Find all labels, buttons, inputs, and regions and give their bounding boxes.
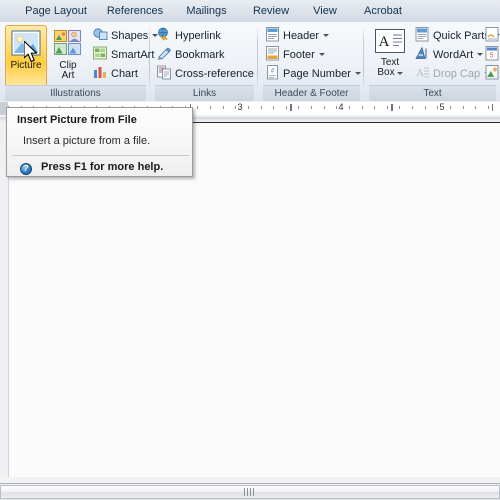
- cross-reference-icon: [157, 65, 172, 83]
- footer-button[interactable]: Footer: [264, 45, 325, 64]
- picture-button-label: Picture: [10, 60, 42, 71]
- tab-label: Review: [252, 5, 290, 17]
- hyperlink-icon: [157, 27, 172, 45]
- date-time-icon: 5: [485, 45, 500, 64]
- tooltip-divider: [12, 155, 189, 156]
- text-box-button-label-2: Box: [377, 68, 403, 78]
- clip-art-button[interactable]: Clip Art: [48, 25, 88, 85]
- svg-text:A: A: [416, 67, 424, 79]
- picture-button[interactable]: Picture: [5, 25, 47, 87]
- tooltip-description: Insert a picture from a file.: [23, 135, 151, 147]
- group-label-text: Text: [369, 85, 496, 101]
- bookmark-button-label: Bookmark: [175, 48, 225, 61]
- chevron-down-icon[interactable]: [323, 34, 330, 37]
- shapes-button-label: Shapes: [111, 29, 149, 42]
- ribbon-group-overflow: 5: [484, 22, 500, 101]
- tooltip-help-text: Press F1 for more help.: [41, 161, 164, 173]
- cross-reference-button-label: Cross-reference: [175, 67, 254, 80]
- smartart-button[interactable]: SmartArt: [92, 46, 154, 63]
- wordart-button[interactable]: WordArt: [414, 46, 484, 64]
- tooltip-insert-picture: Insert Picture from File Insert a pictur…: [6, 107, 193, 177]
- text-box-button[interactable]: A Text Box: [370, 25, 410, 85]
- signature-line-button[interactable]: [484, 26, 500, 45]
- clip-art-icon: [54, 30, 82, 59]
- shapes-button[interactable]: Shapes: [92, 27, 159, 45]
- chevron-down-icon[interactable]: [477, 53, 484, 56]
- object-button[interactable]: [484, 64, 500, 83]
- header-icon: [265, 26, 280, 45]
- tab-label: Acrobat: [364, 5, 402, 17]
- tab-page-layout[interactable]: Page Layout: [12, 0, 100, 22]
- object-icon: [485, 64, 500, 83]
- svg-text:5: 5: [490, 52, 494, 59]
- signature-line-icon: [485, 26, 500, 45]
- tab-label: References: [106, 5, 164, 17]
- drop-cap-button-label: Drop Cap: [433, 67, 481, 80]
- group-label-links: Links: [155, 85, 254, 101]
- header-button[interactable]: Header: [264, 26, 330, 45]
- drop-cap-icon: A: [415, 65, 430, 83]
- footer-icon: [265, 45, 280, 64]
- svg-text:A: A: [379, 34, 390, 50]
- hyperlink-button[interactable]: Hyperlink: [156, 27, 221, 44]
- smartart-icon: [93, 46, 108, 64]
- chart-icon: [93, 65, 108, 83]
- bookmark-icon: [157, 46, 172, 64]
- footer-button-label: Footer: [283, 48, 315, 61]
- tab-acrobat[interactable]: Acrobat: [348, 0, 418, 22]
- scrollbar-thumb[interactable]: [0, 485, 500, 499]
- drop-cap-button[interactable]: A Drop Cap: [414, 65, 491, 83]
- clip-art-button-label-2: Art: [61, 70, 75, 81]
- chevron-down-icon[interactable]: [396, 72, 403, 75]
- header-button-label: Header: [283, 29, 320, 42]
- help-icon: ?: [20, 163, 32, 175]
- quick-parts-icon: [415, 26, 430, 45]
- tab-label: Page Layout: [25, 5, 87, 17]
- chevron-down-icon[interactable]: [354, 72, 361, 75]
- smartart-button-label: SmartArt: [111, 48, 155, 61]
- page-number-button[interactable]: # Page Number: [264, 64, 361, 83]
- hyperlink-button-label: Hyperlink: [175, 29, 221, 42]
- tab-label: Mailings: [186, 5, 227, 17]
- tab-review[interactable]: Review: [238, 0, 304, 22]
- ribbon-group-links: Hyperlink Bookmark Cross-reference Links: [152, 22, 256, 101]
- ribbon-group-illustrations: Picture Clip Art Shapes SmartArt Chart I…: [2, 22, 159, 101]
- chevron-down-icon[interactable]: [318, 53, 325, 56]
- shapes-icon: [93, 27, 108, 45]
- scrollbar-grip-icon: [244, 488, 256, 496]
- cross-reference-button[interactable]: Cross-reference: [156, 65, 254, 82]
- word-window: Page Layout References Mailings Review V…: [0, 0, 500, 500]
- tooltip-title: Insert Picture from File: [17, 114, 137, 126]
- group-label-header-footer: Header & Footer: [263, 85, 360, 101]
- chart-button[interactable]: Chart: [92, 65, 138, 82]
- quick-parts-button-label: Quick Parts: [433, 29, 490, 42]
- date-time-button[interactable]: 5: [484, 45, 500, 64]
- wordart-button-label: WordArt: [433, 48, 474, 61]
- ribbon-group-header-footer: Header Footer # Page Number Header & Foo…: [260, 22, 362, 101]
- text-box-icon: A: [375, 29, 405, 56]
- picture-icon: [11, 30, 41, 59]
- bookmark-button[interactable]: Bookmark: [156, 46, 225, 63]
- group-separator: [363, 26, 364, 90]
- chart-button-label: Chart: [111, 67, 138, 80]
- help-icon-glyph: ?: [23, 164, 29, 173]
- group-label-illustrations: Illustrations: [5, 85, 146, 101]
- horizontal-scrollbar[interactable]: [0, 483, 500, 500]
- ribbon-tab-strip: Page Layout References Mailings Review V…: [0, 0, 500, 23]
- ribbon: Picture Clip Art Shapes SmartArt Chart I…: [0, 22, 500, 102]
- wordart-icon: [415, 46, 430, 64]
- group-separator: [257, 26, 258, 90]
- tab-label: View: [313, 5, 337, 17]
- ribbon-group-text: A Text Box Quick Parts WordArt A Drop Ca…: [366, 22, 500, 101]
- tab-references[interactable]: References: [93, 0, 177, 22]
- page-number-icon: #: [265, 64, 280, 83]
- page-number-button-label: Page Number: [283, 67, 351, 80]
- tab-mailings[interactable]: Mailings: [170, 0, 243, 22]
- tab-view[interactable]: View: [297, 0, 353, 22]
